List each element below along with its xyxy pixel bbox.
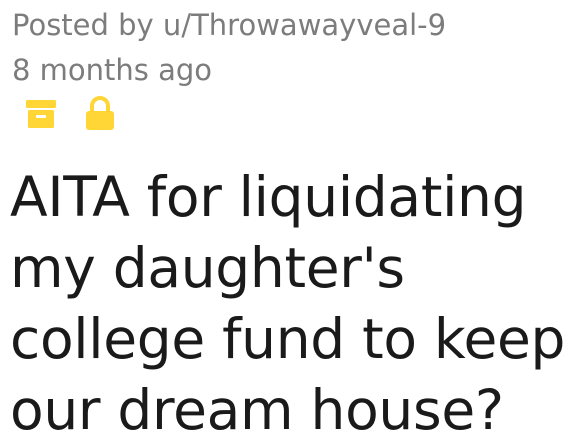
lock-icon: [84, 96, 116, 132]
post-age: 8 months ago: [12, 53, 213, 87]
archive-icon: [26, 96, 56, 132]
post-title[interactable]: AITA for liquidating my daughter's colle…: [10, 162, 568, 446]
post-status-icons: [26, 96, 146, 132]
post-author-line[interactable]: Posted by u/Throwawayveal-9: [12, 7, 446, 43]
